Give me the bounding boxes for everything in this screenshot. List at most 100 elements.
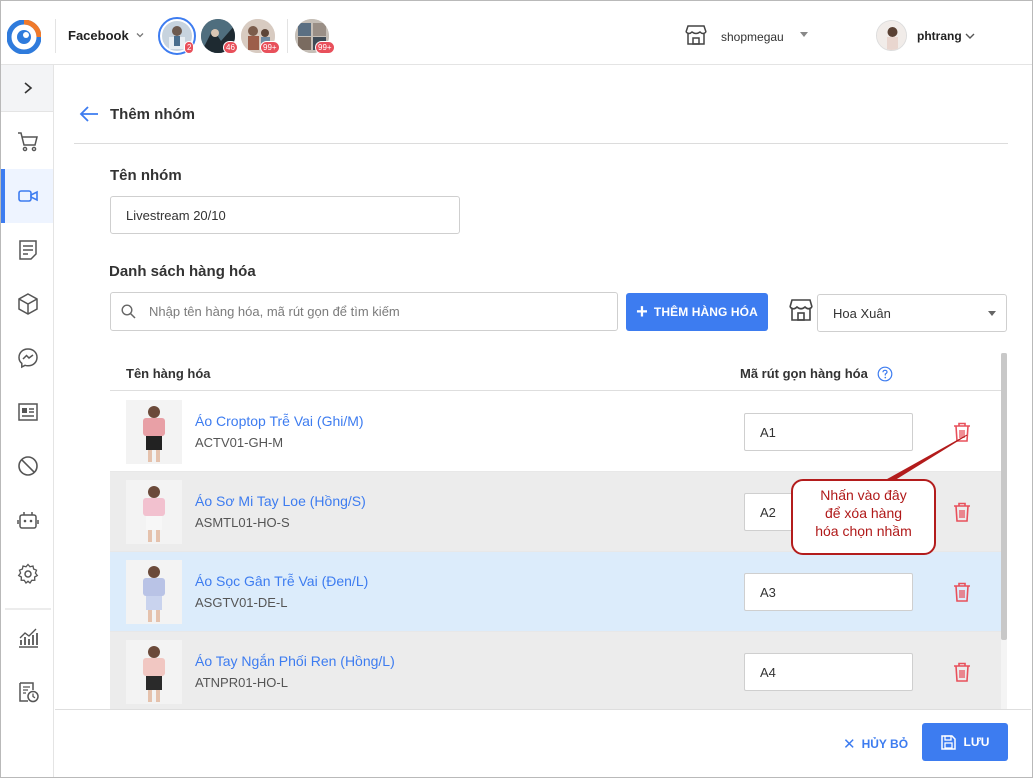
table-row: Áo Sọc Gân Trễ Vai (Đen/L) ASGTV01-DE-L	[110, 552, 1001, 632]
divider	[55, 19, 56, 53]
page-title: Thêm nhóm	[110, 106, 195, 123]
app-window: Facebook 2 46 99+ 99+ shopmegau phtrang …	[0, 0, 1033, 778]
divider	[74, 143, 1008, 144]
caret-down-icon[interactable]	[800, 30, 808, 38]
trash-icon[interactable]	[953, 582, 971, 602]
short-code-input[interactable]	[744, 573, 913, 611]
top-bar: Facebook 2 46 99+ 99+ shopmegau phtrang	[1, 1, 1032, 65]
store-select-value: Hoa Xuân	[833, 306, 891, 321]
report-clock-icon	[19, 682, 39, 703]
product-image	[126, 400, 182, 464]
cancel-button[interactable]: ✕ HỦY BỎ	[843, 735, 908, 753]
back-arrow-icon[interactable]	[79, 106, 99, 122]
save-button[interactable]: LƯU	[922, 723, 1008, 761]
divider	[287, 19, 288, 53]
sidebar-item-orders[interactable]	[1, 115, 53, 169]
callout-line-2: để xóa hàng	[824, 505, 903, 521]
scrollbar-thumb[interactable]	[1001, 353, 1007, 640]
table-header: Tên hàng hóa Mã rút gọn hàng hóa	[110, 353, 1001, 391]
sidebar-item-chatbot[interactable]	[1, 493, 53, 547]
product-image	[126, 560, 182, 624]
product-sku: ACTV01-GH-M	[195, 435, 284, 450]
column-header-code: Mã rút gọn hàng hóa	[740, 366, 868, 381]
page-badge: 99+	[315, 41, 335, 54]
sidebar	[1, 65, 54, 777]
footer-bar: ✕ HỦY BỎ LƯU	[55, 709, 1031, 777]
page-badge: 46	[223, 41, 238, 54]
column-header-name: Tên hàng hóa	[126, 366, 211, 381]
trash-icon[interactable]	[953, 502, 971, 522]
store-icon[interactable]	[684, 25, 708, 45]
help-circle-icon[interactable]	[877, 366, 893, 382]
sidebar-item-posts[interactable]	[1, 223, 53, 277]
callout-note: Nhấn vào đây để xóa hàng hóa chọn nhầm	[791, 479, 936, 555]
id-card-icon	[18, 403, 38, 421]
caret-down-icon	[988, 311, 996, 316]
group-name-input[interactable]	[110, 196, 460, 234]
sidebar-item-customers[interactable]	[1, 385, 53, 439]
sidebar-item-reports[interactable]	[1, 665, 53, 719]
box-icon	[18, 293, 38, 315]
plus-icon: +	[636, 301, 648, 323]
short-code-input[interactable]	[744, 413, 913, 451]
product-sku: ATNPR01-HO-L	[195, 675, 288, 690]
block-icon	[18, 456, 38, 476]
chevron-down-icon[interactable]	[964, 31, 976, 41]
sidebar-item-blocklist[interactable]	[1, 439, 53, 493]
product-name-link[interactable]: Áo Sơ Mi Tay Loe (Hồng/S)	[195, 493, 366, 509]
product-thumbnail	[126, 560, 182, 624]
sidebar-toggle[interactable]	[1, 65, 53, 112]
sidebar-item-statistics[interactable]	[1, 611, 53, 665]
product-thumbnail	[126, 400, 182, 464]
short-code-input[interactable]	[744, 653, 913, 691]
search-icon	[121, 304, 136, 319]
table-row: Áo Tay Ngắn Phối Ren (Hồng/L) ATNPR01-HO-…	[110, 632, 1001, 709]
table-row: Áo Croptop Trễ Vai (Ghi/M) ACTV01-GH-M	[110, 392, 1001, 472]
callout-line-1: Nhấn vào đây	[820, 487, 907, 503]
product-name-link[interactable]: Áo Sọc Gân Trễ Vai (Đen/L)	[195, 573, 368, 589]
sidebar-item-messages[interactable]	[1, 331, 53, 385]
cart-icon	[18, 132, 38, 152]
close-icon: ✕	[843, 736, 856, 753]
settings-icon	[17, 563, 39, 584]
group-name-label: Tên nhóm	[110, 167, 182, 184]
save-icon	[940, 734, 956, 750]
store-select[interactable]: Hoa Xuân	[817, 294, 1007, 332]
product-image	[126, 480, 182, 544]
sidebar-item-products[interactable]	[1, 277, 53, 331]
app-logo-icon[interactable]	[7, 20, 41, 54]
chart-icon	[19, 628, 38, 648]
messenger-icon	[18, 348, 38, 369]
product-sku: ASGTV01-DE-L	[195, 595, 288, 610]
add-product-label: THÊM HÀNG HÓA	[653, 305, 758, 319]
product-thumbnail	[126, 480, 182, 544]
page-badge: 2	[184, 41, 195, 54]
chevron-down-icon[interactable]	[135, 30, 145, 40]
channel-name[interactable]: Facebook	[68, 28, 129, 43]
product-image	[126, 640, 182, 704]
cancel-label: HỦY BỎ	[861, 737, 909, 751]
video-icon	[18, 190, 38, 202]
main-content: Thêm nhóm Tên nhóm Danh sách hàng hóa + …	[55, 65, 1031, 709]
product-search[interactable]	[110, 292, 618, 331]
bot-icon	[17, 512, 39, 529]
sidebar-item-settings[interactable]	[1, 547, 53, 601]
callout-line-3: hóa chọn nhầm	[815, 523, 912, 539]
product-name-link[interactable]: Áo Tay Ngắn Phối Ren (Hồng/L)	[195, 653, 395, 669]
product-sku: ASMTL01-HO-S	[195, 515, 290, 530]
save-label: LƯU	[963, 735, 990, 749]
product-name-link[interactable]: Áo Croptop Trễ Vai (Ghi/M)	[195, 413, 364, 429]
search-input[interactable]	[149, 293, 609, 330]
notes-icon	[19, 240, 37, 260]
user-avatar-image	[877, 21, 906, 50]
user-name[interactable]: phtrang	[917, 29, 962, 43]
products-label: Danh sách hàng hóa	[109, 263, 256, 280]
add-product-button[interactable]: + THÊM HÀNG HÓA	[626, 293, 768, 331]
store-icon	[789, 299, 813, 321]
sidebar-item-livestream[interactable]	[1, 169, 53, 223]
product-thumbnail	[126, 640, 182, 704]
shop-name[interactable]: shopmegau	[721, 30, 784, 44]
trash-icon[interactable]	[953, 422, 971, 442]
user-avatar[interactable]	[876, 20, 907, 51]
trash-icon[interactable]	[953, 662, 971, 682]
